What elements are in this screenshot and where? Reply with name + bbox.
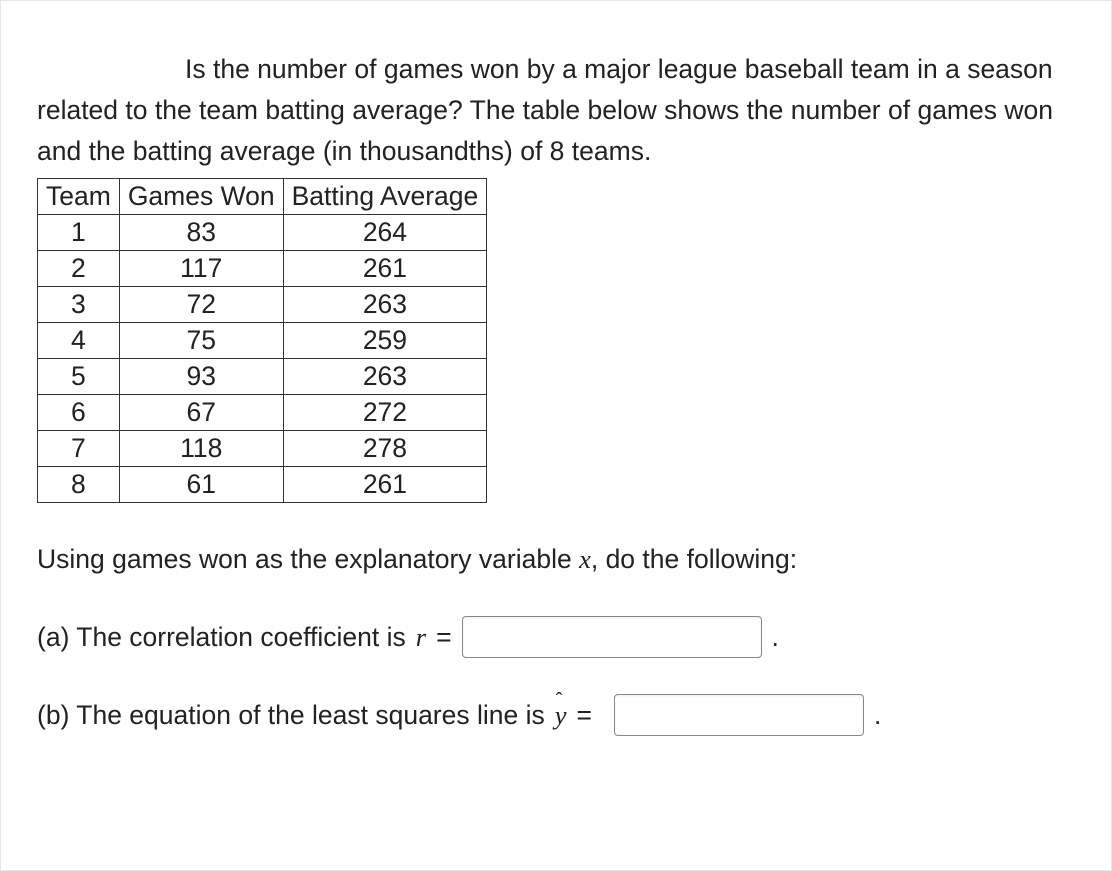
cell-team: 7	[38, 431, 120, 467]
cell-batting-avg: 263	[283, 287, 487, 323]
col-batting-avg: Batting Average	[283, 179, 487, 215]
variable-y-hat: ˆy	[555, 700, 567, 731]
instruction-line: Using games won as the explanatory varia…	[37, 539, 1075, 580]
cell-games-won: 61	[119, 467, 283, 503]
cell-games-won: 67	[119, 395, 283, 431]
question-page: Is the number of games won by a major le…	[0, 0, 1112, 871]
cell-batting-avg: 264	[283, 215, 487, 251]
cell-batting-avg: 272	[283, 395, 487, 431]
cell-team: 5	[38, 359, 120, 395]
cell-batting-avg: 278	[283, 431, 487, 467]
cell-team: 2	[38, 251, 120, 287]
cell-team: 8	[38, 467, 120, 503]
part-b-answer-input[interactable]	[614, 694, 864, 736]
question-prompt: Is the number of games won by a major le…	[37, 49, 1075, 172]
equals-sign: =	[577, 700, 592, 731]
cell-games-won: 75	[119, 323, 283, 359]
table-row: 3 72 263	[38, 287, 487, 323]
cell-team: 3	[38, 287, 120, 323]
cell-games-won: 93	[119, 359, 283, 395]
part-a-row: (a) The correlation coefficient is r = .	[37, 616, 1075, 658]
data-table: Team Games Won Batting Average 1 83 264 …	[37, 178, 487, 503]
cell-games-won: 117	[119, 251, 283, 287]
prompt-text: Is the number of games won by a major le…	[37, 54, 1053, 166]
part-b-trail: .	[874, 700, 881, 731]
part-a-answer-input[interactable]	[462, 616, 762, 658]
table-row: 5 93 263	[38, 359, 487, 395]
col-games-won: Games Won	[119, 179, 283, 215]
col-team: Team	[38, 179, 120, 215]
table-body: 1 83 264 2 117 261 3 72 263 4 75 259 5 9	[38, 215, 487, 503]
part-b-prefix: (b) The equation of the least squares li…	[37, 700, 545, 731]
part-b-row: (b) The equation of the least squares li…	[37, 694, 1075, 736]
cell-team: 4	[38, 323, 120, 359]
instruction-suffix: , do the following:	[591, 544, 797, 574]
equals-sign: =	[436, 622, 451, 653]
table-row: 1 83 264	[38, 215, 487, 251]
table-header-row: Team Games Won Batting Average	[38, 179, 487, 215]
hat-accent-icon: ˆ	[556, 689, 563, 712]
part-a-prefix: (a) The correlation coefficient is	[37, 622, 406, 653]
cell-batting-avg: 261	[283, 251, 487, 287]
variable-r: r	[416, 622, 426, 653]
table-row: 8 61 261	[38, 467, 487, 503]
instruction-prefix: Using games won as the explanatory varia…	[37, 544, 579, 574]
cell-team: 1	[38, 215, 120, 251]
cell-games-won: 83	[119, 215, 283, 251]
part-a-trail: .	[772, 622, 779, 653]
cell-batting-avg: 261	[283, 467, 487, 503]
table-row: 4 75 259	[38, 323, 487, 359]
table-row: 6 67 272	[38, 395, 487, 431]
variable-x: x	[579, 544, 591, 574]
cell-games-won: 118	[119, 431, 283, 467]
table-row: 2 117 261	[38, 251, 487, 287]
cell-batting-avg: 263	[283, 359, 487, 395]
cell-team: 6	[38, 395, 120, 431]
table-row: 7 118 278	[38, 431, 487, 467]
cell-batting-avg: 259	[283, 323, 487, 359]
cell-games-won: 72	[119, 287, 283, 323]
